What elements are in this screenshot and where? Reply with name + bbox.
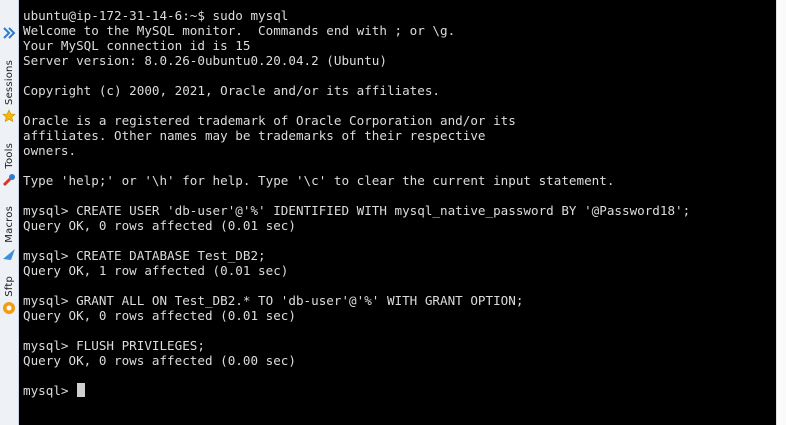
terminal-line: Your MySQL connection id is 15 bbox=[23, 38, 251, 53]
terminal-line: mysql> GRANT ALL ON Test_DB2.* TO 'db-us… bbox=[23, 293, 524, 308]
terminal-line: mysql> CREATE DATABASE Test_DB2; bbox=[23, 248, 266, 263]
terminal-line: Query OK, 1 row affected (0.01 sec) bbox=[23, 263, 289, 278]
terminal-line: Welcome to the MySQL monitor. Commands e… bbox=[23, 23, 456, 38]
vertical-scrollbar[interactable] bbox=[776, 0, 786, 425]
dock-item-sessions[interactable]: Sessions bbox=[0, 60, 18, 123]
dock-label-sftp: Sftp bbox=[3, 276, 15, 297]
sftp-icon bbox=[3, 301, 15, 314]
terminal-line: Type 'help;' or '\h' for help. Type '\c'… bbox=[23, 173, 615, 188]
terminal-line: Oracle is a registered trademark of Orac… bbox=[23, 113, 516, 128]
terminal-line: Server version: 8.0.26-0ubuntu0.20.04.2 … bbox=[23, 53, 387, 68]
terminal-line: Query OK, 0 rows affected (0.01 sec) bbox=[23, 308, 296, 323]
terminal-prompt: mysql> bbox=[23, 383, 77, 398]
tools-icon bbox=[2, 173, 15, 186]
terminal-line: Copyright (c) 2000, 2021, Oracle and/or … bbox=[23, 83, 441, 98]
dock-label-sessions: Sessions bbox=[3, 60, 15, 105]
terminal-line: mysql> FLUSH PRIVILEGES; bbox=[23, 338, 205, 353]
star-icon bbox=[2, 109, 16, 123]
dock-item-sftp[interactable]: Sftp bbox=[0, 276, 18, 315]
dock-label-tools: Tools bbox=[3, 143, 15, 169]
dock-label-macros: Macros bbox=[3, 206, 15, 243]
dock-item-macros[interactable]: Macros bbox=[0, 206, 18, 261]
terminal-line: Query OK, 0 rows affected (0.00 sec) bbox=[23, 353, 296, 368]
terminal-line: mysql> CREATE USER 'db-user'@'%' IDENTIF… bbox=[23, 203, 691, 218]
terminal-window[interactable]: ubuntu@ip-172-31-14-6:~$ sudo mysql Welc… bbox=[19, 0, 776, 425]
macros-icon bbox=[3, 248, 15, 260]
terminal-prompt-line[interactable]: mysql> bbox=[23, 383, 86, 398]
expand-dock-button[interactable] bbox=[0, 22, 18, 44]
terminal-line: affiliates. Other names may be trademark… bbox=[23, 128, 486, 143]
dock-item-tools[interactable]: Tools bbox=[0, 143, 18, 187]
terminal-line: Query OK, 0 rows affected (0.01 sec) bbox=[23, 218, 296, 233]
text-cursor bbox=[77, 383, 86, 397]
terminal-line: ubuntu@ip-172-31-14-6:~$ sudo mysql bbox=[23, 8, 289, 23]
side-dock: Sessions Tools Macros Sftp bbox=[0, 0, 19, 425]
terminal-line: owners. bbox=[23, 143, 77, 158]
double-chevron-right-icon bbox=[3, 27, 16, 39]
